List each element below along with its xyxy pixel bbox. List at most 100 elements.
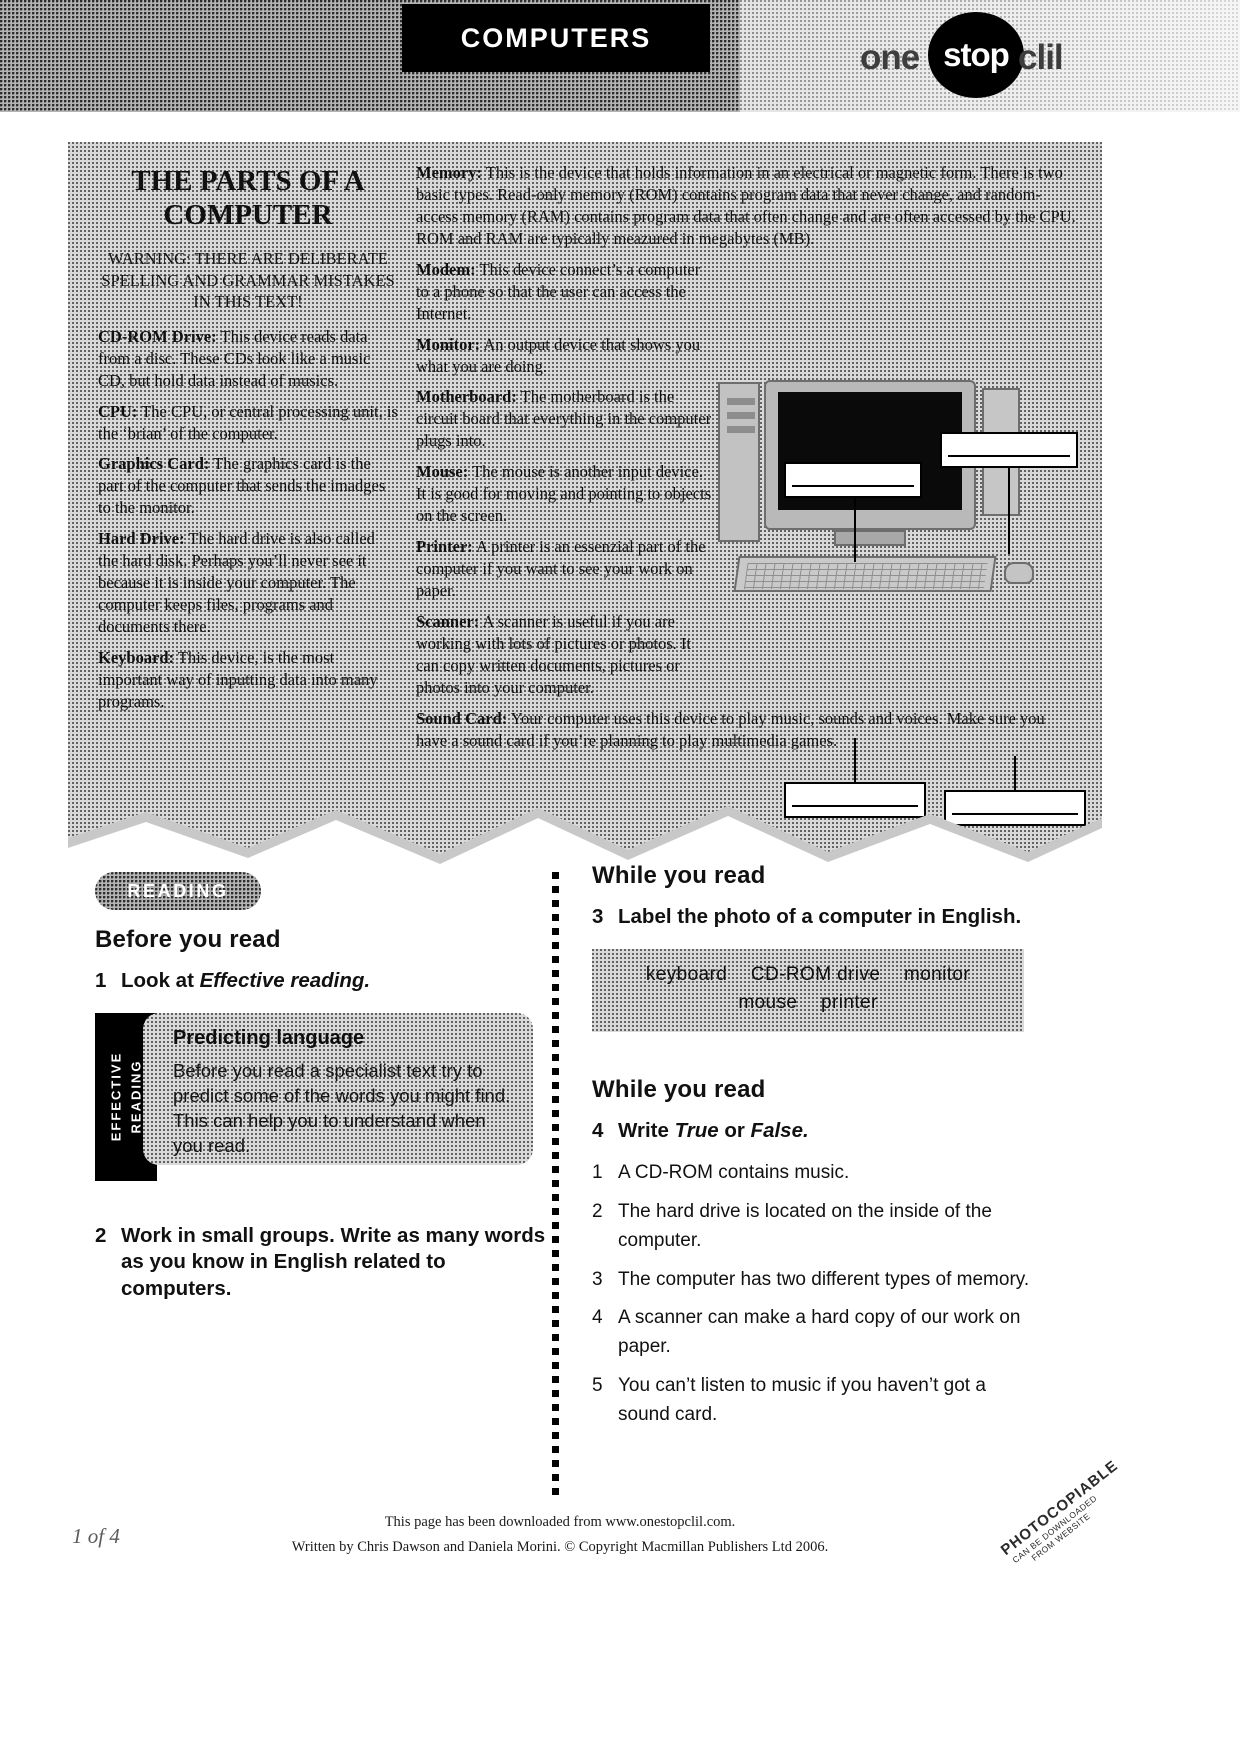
task-3-number: 3 (592, 905, 604, 928)
logo-text-clil: clil (1018, 38, 1064, 77)
word-bank-item-printer: printer (821, 992, 878, 1014)
worksheet-section: READING Before you read 1 Look at Effect… (0, 862, 1240, 1532)
tower-drive-slot (727, 412, 755, 419)
answer-writing-rule (792, 485, 914, 487)
article-left-column: THE PARTS OF A COMPUTER WARNING: THERE A… (98, 164, 398, 722)
definition-term: CPU: (98, 401, 138, 421)
torn-paper-edge (68, 806, 1102, 864)
definition-memory: Memory: This is the device that holds in… (416, 162, 1076, 250)
while-you-read-heading-2: While you read (592, 1075, 766, 1103)
true-false-text: The hard drive is located on the inside … (618, 1200, 992, 1252)
word-bank-item-monitor: monitor (903, 963, 971, 985)
task-3: 3 Label the photo of a computer in Engli… (592, 904, 1042, 931)
article-content: THE PARTS OF A COMPUTER WARNING: THERE A… (68, 142, 1102, 842)
mouse-image (1004, 562, 1034, 584)
true-false-number: 1 (592, 1162, 603, 1184)
definition-hard-drive: Hard Drive: The hard drive is also calle… (98, 528, 398, 638)
task-3-text: Label the photo of a computer in English… (618, 905, 1022, 928)
definition-motherboard: Motherboard: The motherboard is the circ… (416, 386, 716, 452)
task-4-text: Write True or False. (618, 1118, 1042, 1145)
definition-term: Modem: (416, 259, 476, 279)
definition-term: Graphics Card: (98, 454, 210, 474)
definition-term: Printer: (416, 537, 473, 557)
reading-text-article: THE PARTS OF A COMPUTER WARNING: THERE A… (68, 142, 1102, 864)
task-2-number: 2 (95, 1223, 107, 1247)
definition-text: Your computer uses this device to play m… (416, 708, 1045, 750)
task-4: 4 Write True or False. (592, 1118, 1042, 1145)
effective-reading-title: Predicting language (173, 1026, 365, 1049)
definition-keyboard: Keyboard: This device, is the most impor… (98, 647, 398, 713)
footer-credits: This page has been downloaded from www.o… (0, 1510, 1120, 1559)
worksheet-left-column: READING Before you read 1 Look at Effect… (95, 872, 550, 1315)
effective-reading-text: Before you read a specialist text try to… (173, 1059, 511, 1157)
effective-reading-panel: Predicting language Before you read a sp… (143, 1012, 533, 1165)
footer-line-1: This page has been downloaded from www.o… (384, 1514, 736, 1530)
leader-line-top-right (1008, 468, 1010, 554)
definition-cpu: CPU: The CPU, or central processing unit… (98, 401, 398, 445)
topic-title-box: COMPUTERS (402, 4, 710, 72)
true-false-item: 3 The computer has two different types o… (592, 1265, 1042, 1294)
definition-text: The CPU, or central processing unit, is … (98, 401, 398, 443)
true-false-list: 1 A CD-ROM contains music. 2 The hard dr… (592, 1158, 1042, 1430)
topic-title: COMPUTERS (460, 22, 652, 53)
true-false-number: 5 (592, 1374, 603, 1396)
definition-term: Sound Card: (416, 708, 508, 728)
tower-drive-slot (727, 398, 755, 405)
true-false-item: 2 The hard drive is located on the insid… (592, 1197, 1042, 1256)
answer-writing-rule (948, 455, 1070, 457)
task-1-text-italic: Effective reading. (199, 969, 371, 992)
true-false-number: 2 (592, 1200, 603, 1222)
monitor-stand-image (834, 530, 906, 546)
task-1-number: 1 (95, 969, 107, 992)
before-you-read-heading: Before you read (95, 926, 281, 953)
effective-reading-callout: EFFECTIVE READING Predicting language Be… (95, 1012, 533, 1181)
onestopclil-logo: one stop clil (860, 8, 1080, 100)
word-bank-item-keyboard: keyboard (645, 963, 728, 985)
definition-term: Hard Drive: (98, 529, 185, 549)
definition-printer: Printer: A printer is an essenzial part … (416, 536, 716, 602)
word-bank-line-2: mouse printer (592, 989, 1024, 1018)
keyboard-image (733, 556, 997, 592)
column-divider (552, 872, 559, 1502)
task-4-plain-2: or (718, 1118, 751, 1142)
reading-section-badge: READING (95, 872, 261, 910)
task-2: 2 Work in small groups. Write as many wo… (95, 1223, 550, 1303)
article-title: THE PARTS OF A COMPUTER (131, 165, 365, 232)
true-false-item: 5 You can’t listen to music if you haven… (592, 1371, 1042, 1430)
task-4-number: 4 (592, 1118, 604, 1142)
definition-term: Motherboard: (416, 387, 517, 407)
true-false-text: A scanner can make a hard copy of our wo… (618, 1307, 1021, 1358)
definition-mouse: Mouse: The mouse is another input device… (416, 461, 716, 527)
true-false-text: The computer has two different types of … (618, 1268, 1030, 1290)
leader-line-top-left (854, 498, 856, 562)
effective-reading-tab-text: EFFECTIVE READING (107, 1052, 146, 1142)
definition-term: Scanner: (416, 611, 480, 631)
task-4-italic-true: True (674, 1118, 719, 1142)
word-bank-box: keyboard CD-ROM drive monitor mouse prin… (592, 948, 1024, 1032)
logo-text-one: one (860, 38, 920, 77)
task-2-text: Work in small groups. Write as many word… (121, 1223, 546, 1300)
task-4-italic-false: False. (750, 1118, 809, 1142)
effective-tab-line-1: EFFECTIVE (108, 1051, 124, 1142)
word-bank-item-cdrom: CD-ROM drive (750, 963, 881, 985)
while-you-read-heading-1: While you read (592, 862, 766, 889)
true-false-number: 4 (592, 1307, 603, 1329)
label-answer-box-top-right[interactable] (940, 432, 1078, 468)
tower-drive-slot (727, 426, 755, 433)
computer-photo (716, 370, 1046, 635)
footer-line-2: Written by Chris Dawson and Daniela Mori… (291, 1538, 829, 1555)
worksheet-right-column: While you read 3 Label the photo of a co… (592, 862, 1042, 1439)
definition-modem: Modem: This device connect’s a computer … (416, 259, 716, 325)
label-answer-box-top-left[interactable] (784, 462, 922, 498)
leader-line-bottom-right (1014, 756, 1016, 790)
task-1-text-plain: Look at (121, 969, 200, 992)
word-bank-line-1: keyboard CD-ROM drive monitor (592, 961, 1024, 990)
task-4-plain-1: Write (618, 1118, 675, 1142)
definition-term: Mouse: (416, 462, 469, 482)
task-1: 1 Look at Effective reading. (95, 968, 550, 995)
definition-term: CD-ROM Drive: (98, 326, 217, 346)
true-false-item: 1 A CD-ROM contains music. (592, 1158, 1042, 1187)
page-header-banner: COMPUTERS one stop clil (0, 0, 1240, 112)
definition-cdrom: CD-ROM Drive: This device reads data fro… (98, 326, 398, 392)
keyboard-keys-image (743, 563, 988, 589)
